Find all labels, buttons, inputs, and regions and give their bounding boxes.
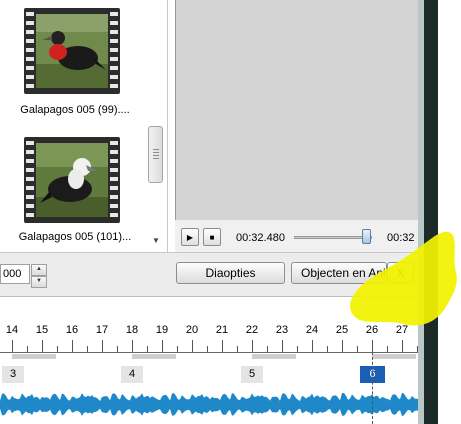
- play-icon: ▶: [186, 233, 194, 242]
- ruler-tick: [312, 340, 313, 352]
- background: [438, 0, 461, 424]
- playhead[interactable]: [372, 352, 373, 424]
- diaopties-button[interactable]: Diaopties: [176, 262, 285, 284]
- ruler-label: 23: [275, 324, 289, 336]
- ruler-tick: [12, 340, 13, 352]
- ruler-label: 15: [35, 324, 49, 336]
- frigatebird-red-photo: [36, 14, 108, 88]
- ruler-tick: [222, 340, 223, 352]
- spin-up-icon[interactable]: ▲: [31, 264, 47, 276]
- ruler-tick: [402, 340, 403, 352]
- ruler-label: 21: [215, 324, 229, 336]
- ruler-tick: [132, 340, 133, 352]
- frigatebird-white-photo: [36, 143, 108, 217]
- audio-waveform[interactable]: [0, 386, 418, 424]
- thumbnail-label: Galapagos 005 (99)....: [20, 104, 130, 116]
- ruler-label: 19: [155, 324, 169, 336]
- window-edge: [424, 0, 438, 424]
- grip-icon: [153, 149, 159, 159]
- ruler-label: 24: [305, 324, 319, 336]
- ruler-tick: [282, 340, 283, 352]
- number-field[interactable]: 000: [0, 264, 30, 284]
- scroll-down-arrow-icon[interactable]: ▼: [150, 236, 162, 246]
- stop-button[interactable]: ■: [203, 228, 221, 246]
- ruler-tick: [192, 340, 193, 352]
- ruler-label: 16: [65, 324, 79, 336]
- number-spinner[interactable]: ▲ ▼: [31, 264, 47, 288]
- timecode: 00:32.480: [236, 232, 285, 244]
- ruler-tick: [162, 340, 163, 352]
- ruler-baseline: [0, 352, 418, 353]
- stop-icon: ■: [209, 233, 215, 242]
- ruler-label: 20: [185, 324, 199, 336]
- slide-number-3[interactable]: 3: [2, 366, 24, 383]
- slide-number-5[interactable]: 5: [241, 366, 263, 383]
- slide-duration-bar: [372, 354, 416, 359]
- slide-duration-bar: [252, 354, 296, 359]
- slide-number-4[interactable]: 4: [121, 366, 143, 383]
- ruler-tick: [102, 340, 103, 352]
- ruler-tick: [372, 340, 373, 352]
- ruler-tick: [252, 340, 253, 352]
- slide-duration-bar: [12, 354, 56, 359]
- ruler-label: 17: [95, 324, 109, 336]
- media-panel: Galapagos 005 (99).... Galapagos 005 (10…: [0, 0, 168, 252]
- preview-area: [175, 0, 422, 220]
- ruler-tick: [342, 340, 343, 352]
- slide-duration-bar: [132, 354, 176, 359]
- spin-down-icon[interactable]: ▼: [31, 276, 47, 288]
- ruler-tick: [72, 340, 73, 352]
- ruler-label: 14: [5, 324, 19, 336]
- thumbnail-item-2[interactable]: [24, 137, 120, 223]
- ruler-label: 18: [125, 324, 139, 336]
- play-button[interactable]: ▶: [181, 228, 199, 246]
- ruler-label: 22: [245, 324, 259, 336]
- highlight-annotation: [350, 231, 457, 326]
- ruler-tick: [42, 340, 43, 352]
- thumbnail-label: Galapagos 005 (101)...: [18, 231, 132, 243]
- thumbnail-item-1[interactable]: [24, 8, 120, 94]
